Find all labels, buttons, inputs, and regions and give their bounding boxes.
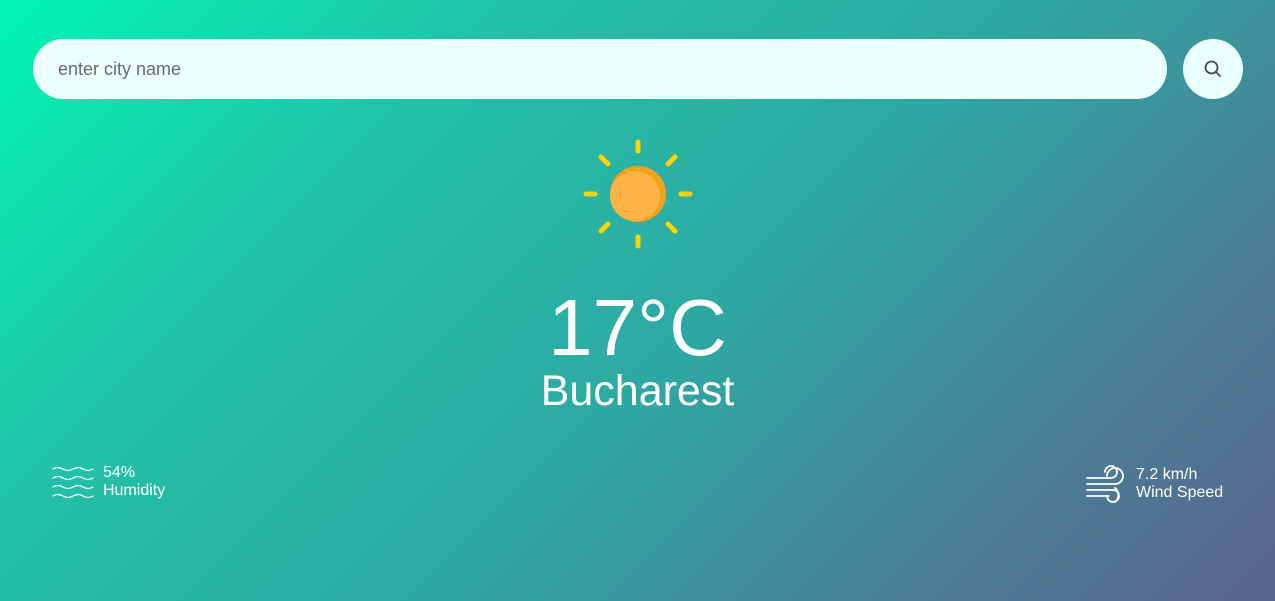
temperature: 17°C (548, 283, 727, 372)
wind-icon (1086, 465, 1124, 503)
city-name: Bucharest (540, 367, 735, 415)
humidity-text: 54% Humidity (103, 464, 165, 500)
search-icon (1204, 60, 1221, 77)
search-bar (33, 39, 1167, 99)
wind-text: 7.2 km/h Wind Speed (1136, 466, 1223, 502)
sun-icon (583, 139, 693, 249)
humidity-waves-icon (52, 466, 94, 499)
humidity-label: Humidity (103, 482, 166, 499)
wind-value: 7.2 km/h (1136, 466, 1198, 483)
wind-detail: 7.2 km/h Wind Speed (1085, 464, 1223, 504)
search-button[interactable] (1183, 39, 1243, 99)
humidity-detail: 54% Humidity (52, 464, 165, 500)
city-search-input[interactable] (33, 39, 1167, 99)
humidity-value: 54% (103, 464, 136, 481)
wind-label: Wind Speed (1136, 484, 1224, 501)
